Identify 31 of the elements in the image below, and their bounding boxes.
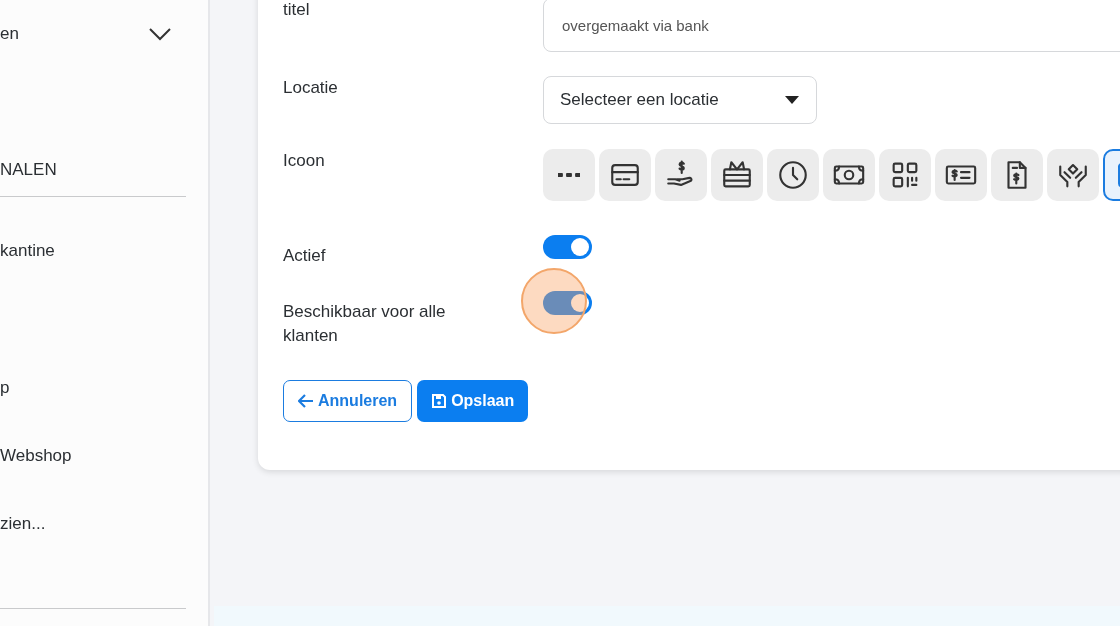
clock-icon — [776, 158, 810, 192]
save-icon — [431, 393, 448, 409]
sidebar-item[interactable]: p — [0, 378, 10, 398]
field-label: Locatie — [283, 77, 339, 99]
section-heading: NALEN — [0, 160, 57, 180]
icon-option[interactable] — [991, 149, 1043, 201]
icon-option[interactable] — [1047, 149, 1099, 201]
icon-option[interactable] — [543, 149, 595, 201]
field-label: titel — [283, 0, 311, 21]
sidebar-item[interactable]: kantine — [0, 241, 55, 261]
toggle-switch[interactable] — [543, 235, 592, 259]
field-label: Actief — [283, 245, 327, 267]
sidebar-item[interactable]: zien... — [0, 514, 46, 534]
icon-option[interactable] — [823, 149, 875, 201]
icon-option[interactable] — [711, 149, 763, 201]
cancel-button[interactable]: Annuleren — [283, 380, 413, 422]
sidebar-item[interactable]: Webshop — [0, 446, 72, 466]
toggle-switch[interactable] — [543, 291, 592, 315]
icon-option[interactable] — [599, 149, 651, 201]
arrow-left-icon — [298, 394, 314, 408]
icon-option[interactable] — [655, 149, 707, 201]
icon-option[interactable] — [879, 149, 931, 201]
icon-option[interactable] — [935, 149, 987, 201]
field-label: Icoon — [283, 150, 326, 172]
sidebar-group[interactable]: en — [0, 0, 186, 68]
dots-icon — [558, 173, 580, 177]
save-button[interactable]: Opslaan — [417, 380, 529, 422]
icon-option[interactable] — [767, 149, 819, 201]
field-label: Beschikbaar voor alle klanten — [283, 301, 447, 347]
caret-icon — [784, 95, 800, 105]
location-select[interactable]: Selecteer een locatie — [543, 76, 817, 124]
